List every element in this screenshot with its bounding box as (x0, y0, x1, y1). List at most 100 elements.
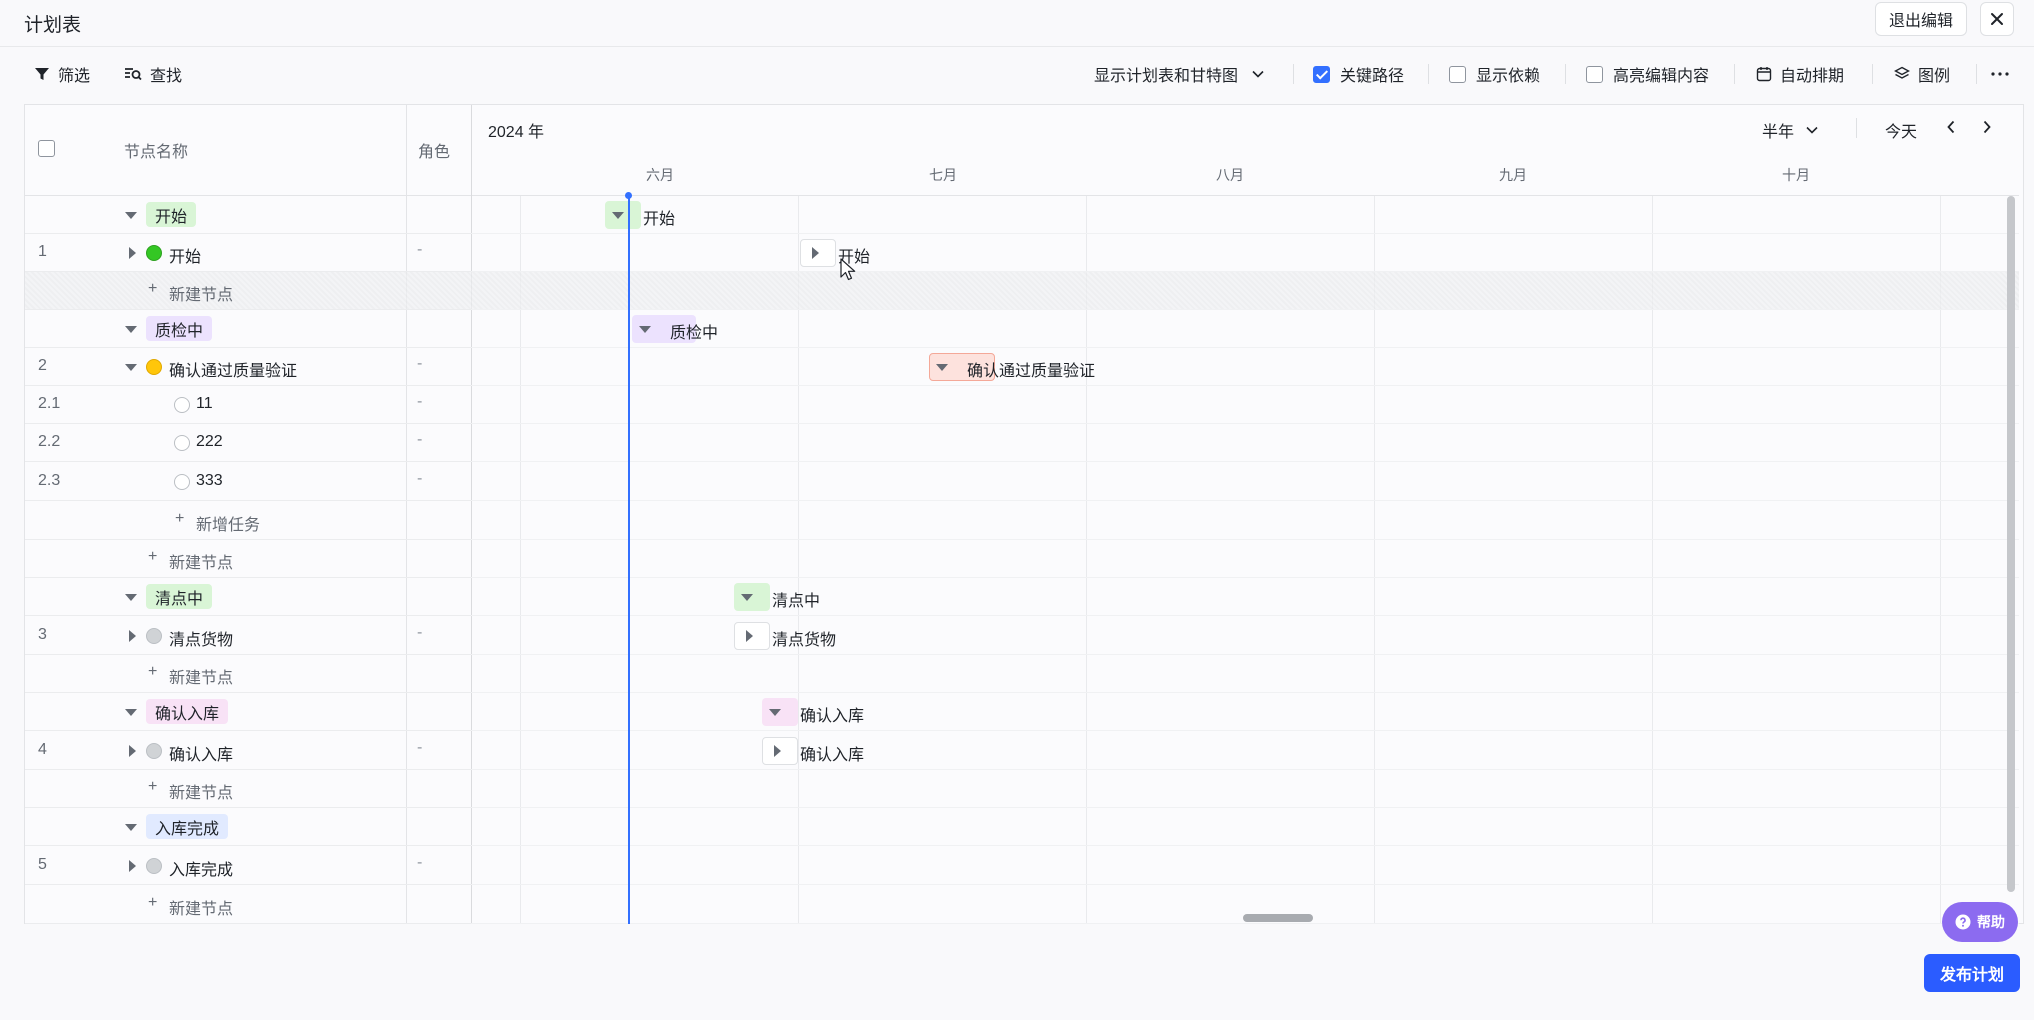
range-label: 半年 (1762, 124, 1795, 141)
table-row[interactable] (25, 540, 471, 578)
plus-icon: + (148, 893, 158, 911)
collapse-caret[interactable] (125, 326, 137, 333)
gantt-bar[interactable] (734, 583, 770, 611)
table-row[interactable] (25, 616, 471, 655)
new-node-button[interactable]: 新建节点 (169, 895, 233, 919)
gantt-row-line (471, 615, 2019, 616)
table-row[interactable] (25, 731, 471, 770)
role-value[interactable]: - (417, 854, 422, 872)
view-mode-dropdown[interactable]: 显示计划表和甘特图 (1094, 62, 1272, 86)
expand-caret[interactable] (129, 859, 136, 872)
table-row[interactable] (25, 655, 471, 693)
select-all-checkbox[interactable] (38, 140, 55, 157)
column-header-role: 角色 (418, 144, 451, 161)
collapse-caret[interactable] (741, 593, 753, 601)
expand-caret[interactable] (129, 629, 136, 642)
table-row[interactable] (25, 234, 471, 272)
expand-caret[interactable] (811, 247, 819, 259)
gantt-bar[interactable] (762, 698, 798, 726)
table-row[interactable] (25, 578, 471, 616)
role-value[interactable]: - (417, 624, 422, 642)
expand-caret[interactable] (129, 247, 136, 259)
node-name[interactable]: 清点货物 (169, 626, 233, 650)
expand-caret[interactable] (745, 629, 753, 642)
range-select[interactable]: 半年 (1762, 118, 1818, 142)
gantt-row-line (471, 461, 2019, 462)
task-status-circle[interactable] (174, 473, 190, 490)
collapse-caret[interactable] (125, 212, 137, 219)
role-value[interactable]: - (417, 241, 422, 259)
legend-button[interactable]: 图例 (1894, 62, 1950, 86)
next-button[interactable] (1982, 120, 1992, 139)
table-row[interactable] (25, 196, 471, 234)
collapse-caret[interactable] (936, 363, 948, 371)
collapse-caret[interactable] (125, 364, 137, 371)
new-node-button[interactable]: 新建节点 (169, 281, 233, 305)
task-status-circle[interactable] (174, 397, 190, 413)
new-task-button[interactable]: 新增任务 (196, 511, 260, 535)
today-button[interactable]: 今天 (1885, 118, 1917, 142)
collapse-caret[interactable] (612, 211, 624, 219)
gantt-row-line (471, 692, 2019, 693)
table-row[interactable] (25, 885, 471, 924)
show-deps-checkbox[interactable] (1449, 65, 1466, 83)
more-button[interactable] (1991, 62, 2017, 86)
node-name[interactable]: 入库完成 (169, 856, 233, 880)
node-name[interactable]: 确认入库 (169, 741, 233, 765)
horizontal-scrollbar[interactable] (1243, 914, 1313, 922)
table-row[interactable] (25, 310, 471, 348)
gantt-bar[interactable] (762, 736, 798, 765)
search-button[interactable]: 查找 (124, 62, 182, 86)
close-button[interactable] (1980, 2, 2014, 36)
table-row[interactable] (25, 770, 471, 808)
table-row[interactable] (25, 808, 471, 846)
role-value[interactable]: - (417, 739, 422, 757)
new-node-button[interactable]: 新建节点 (169, 549, 233, 573)
exit-edit-button[interactable]: 退出编辑 (1875, 2, 1967, 36)
collapse-caret[interactable] (639, 325, 651, 333)
collapse-caret[interactable] (125, 594, 137, 601)
table-row[interactable] (25, 386, 471, 424)
table-row[interactable] (25, 846, 471, 885)
publish-button[interactable]: 发布计划 (1924, 954, 2020, 992)
node-name[interactable]: 开始 (169, 243, 201, 267)
gantt-bar[interactable] (800, 239, 836, 267)
close-icon (1991, 13, 2003, 25)
gantt-bar-label: 确认入库 (800, 746, 865, 764)
filter-button[interactable]: 筛选 (34, 62, 90, 86)
chevron-left-icon (1947, 120, 1955, 134)
group-tag: 清点中 (146, 584, 213, 609)
task-status-circle[interactable] (174, 435, 190, 451)
view-mode-label: 显示计划表和甘特图 (1094, 68, 1239, 85)
role-value[interactable]: - (417, 470, 422, 488)
table-row[interactable] (25, 462, 471, 501)
auto-schedule-button[interactable]: 自动排期 (1756, 62, 1844, 86)
gantt-bar[interactable] (605, 201, 641, 229)
highlight-edits-toggle[interactable]: 高亮编辑内容 (1586, 62, 1709, 86)
highlight-edits-checkbox[interactable] (1586, 65, 1603, 83)
prev-button[interactable] (1946, 120, 1956, 139)
expand-caret[interactable] (773, 744, 781, 757)
gantt-bar[interactable] (734, 621, 770, 650)
show-deps-toggle[interactable]: 显示依赖 (1449, 62, 1540, 86)
critical-path-toggle[interactable]: 关键路径 (1313, 62, 1404, 86)
new-node-button[interactable]: 新建节点 (169, 779, 233, 803)
role-value[interactable]: - (417, 393, 422, 411)
collapse-caret[interactable] (125, 824, 137, 831)
collapse-caret[interactable] (125, 709, 137, 716)
task-name[interactable]: 11 (196, 395, 213, 413)
table-row[interactable] (25, 424, 471, 462)
critical-path-checkbox[interactable] (1313, 65, 1330, 83)
expand-caret[interactable] (129, 744, 136, 757)
new-node-button[interactable]: 新建节点 (169, 664, 233, 688)
node-name[interactable]: 确认通过质量验证 (169, 357, 297, 381)
role-value[interactable]: - (417, 431, 422, 449)
task-name[interactable]: 333 (196, 472, 223, 490)
collapse-caret[interactable] (769, 708, 781, 716)
vertical-scrollbar[interactable] (2007, 196, 2015, 892)
role-value[interactable]: - (417, 355, 422, 373)
help-button[interactable]: 帮助 (1942, 902, 2018, 942)
task-name[interactable]: 222 (196, 433, 223, 451)
table-row[interactable] (25, 693, 471, 731)
group-tag: 质检中 (146, 316, 213, 341)
